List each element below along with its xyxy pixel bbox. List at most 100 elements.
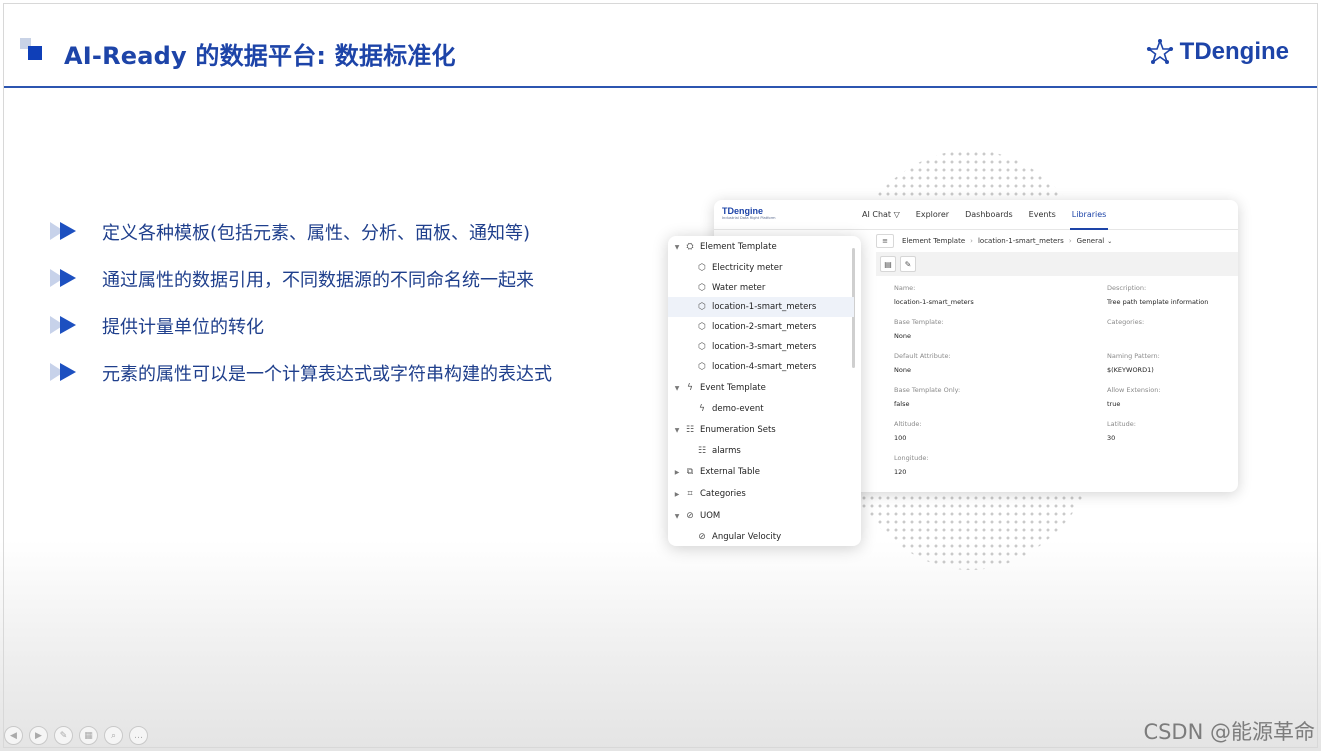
tree-leaf-selected[interactable]: ⬡ location-1-smart_meters xyxy=(668,297,854,317)
bullet-text: 提供计量单位的转化 xyxy=(102,316,264,338)
field-longitude: Longitude: 120 xyxy=(894,454,929,476)
tree-node-external-table[interactable]: ▶ ⧉ External Table xyxy=(668,462,854,482)
field-altitude: Altitude: 100 xyxy=(894,420,922,442)
bullet-item: 定义各种模板(包括元素、属性、分析、面板、通知等) xyxy=(50,208,552,255)
nav-label: AI Chat xyxy=(862,210,892,219)
collapse-panel-icon[interactable]: ≡ xyxy=(876,234,894,248)
presentation-controls: ◀ ▶ ✎ ▦ ⌕ … xyxy=(4,726,148,745)
breadcrumb-dropdown[interactable]: General xyxy=(1077,237,1105,245)
tree-node-event-template[interactable]: ▼ ϟ Event Template xyxy=(668,378,854,398)
caret-right-icon[interactable]: ▶ xyxy=(672,491,682,498)
library-tree: ▼ ⛭ Element Template ⬡ Electricity meter ⬡ W… xyxy=(668,236,861,546)
tree-leaf[interactable]: ⬡ location-4-smart_meters xyxy=(668,357,854,377)
title-square-icon xyxy=(20,38,42,60)
hierarchy-icon: ⛭ xyxy=(686,242,694,252)
pen-button[interactable]: ✎ xyxy=(54,726,73,745)
chevron-down-icon: ⌄ xyxy=(1107,237,1113,245)
tree-leaf[interactable]: ☷ alarms xyxy=(668,441,854,461)
ai-chat-filter-icon: ▽ xyxy=(893,210,900,219)
tree-leaf[interactable]: ⬡ location-2-smart_meters xyxy=(668,317,854,337)
pencil-icon: ✎ xyxy=(904,259,912,269)
bullet-item: 提供计量单位的转化 xyxy=(50,302,552,349)
caret-down-icon[interactable]: ▼ xyxy=(672,513,682,520)
field-naming-pattern: Naming Pattern: $(KEYWORD1) xyxy=(1107,352,1160,374)
app-logo[interactable]: TDengine Industrial Data Right Platform xyxy=(722,206,775,220)
tree-node-categories[interactable]: ▶ ⌗ Categories xyxy=(668,484,854,504)
bullet-text: 元素的属性可以是一个计算表达式或字符串构建的表达式 xyxy=(102,363,552,385)
arrow-left-icon: ◀ xyxy=(10,730,17,741)
caret-down-icon[interactable]: ▼ xyxy=(672,427,682,434)
tree-leaf[interactable]: ⬡ Water meter xyxy=(668,278,854,298)
next-slide-button[interactable]: ▶ xyxy=(29,726,48,745)
cube-icon: ⬡ xyxy=(698,362,706,372)
arrow-right-icon: ▶ xyxy=(35,730,42,741)
app-nav: AI Chat ▽ Explorer Dashboards Events Lib… xyxy=(854,200,1114,230)
watermark: CSDN @能源革命 xyxy=(1143,720,1315,744)
tree-leaf[interactable]: ⬡ location-3-smart_meters xyxy=(668,337,854,357)
nav-events[interactable]: Events xyxy=(1021,200,1064,230)
field-default-attribute: Default Attribute: None xyxy=(894,352,951,374)
ruler-icon: ⊘ xyxy=(698,532,706,542)
nav-ai-chat[interactable]: AI Chat ▽ xyxy=(854,200,908,230)
document-button[interactable]: ▤ xyxy=(880,256,896,272)
tree-leaf[interactable]: ϟ demo-event xyxy=(668,399,854,419)
lightning-icon: ϟ xyxy=(687,383,693,393)
field-latitude: Latitude: 30 xyxy=(1107,420,1136,442)
field-categories: Categories: xyxy=(1107,318,1145,326)
bullet-text: 定义各种模板(包括元素、属性、分析、面板、通知等) xyxy=(102,222,531,244)
cube-icon: ⬡ xyxy=(698,302,706,312)
app-logo-subtitle: Industrial Data Right Platform xyxy=(722,216,776,220)
tree-node-element-template[interactable]: ▼ ⛭ Element Template xyxy=(668,237,854,257)
breadcrumb: ≡ Element Template › location-1-smart_me… xyxy=(876,232,1238,250)
pen-icon: ✎ xyxy=(59,730,68,741)
nav-explorer[interactable]: Explorer xyxy=(908,200,957,230)
cube-icon: ⬡ xyxy=(698,322,706,332)
chevron-right-icon: › xyxy=(970,237,973,245)
caret-right-icon[interactable]: ▶ xyxy=(672,469,682,476)
field-base-template: Base Template: None xyxy=(894,318,944,340)
ruler-icon: ⊘ xyxy=(686,511,694,521)
bullet-arrow-icon xyxy=(50,268,80,289)
cube-icon: ⬡ xyxy=(698,283,706,293)
tree-node-enumeration-sets[interactable]: ▼ ☷ Enumeration Sets xyxy=(668,420,854,440)
prev-slide-button[interactable]: ◀ xyxy=(4,726,23,745)
field-name: Name: location-1-smart_meters xyxy=(894,284,974,306)
breadcrumb-item[interactable]: Element Template xyxy=(902,237,965,245)
tree-leaf[interactable]: ⊘ Angular Velocity xyxy=(668,527,854,546)
template-properties: Name: location-1-smart_meters Description… xyxy=(894,284,1234,484)
slides-icon: ▦ xyxy=(84,730,93,741)
bullet-list: 定义各种模板(包括元素、属性、分析、面板、通知等) 通过属性的数据引用，不同数据… xyxy=(50,208,552,396)
ellipsis-icon: … xyxy=(134,730,143,741)
zoom-button[interactable]: ⌕ xyxy=(104,726,123,745)
field-allow-extension: Allow Extension: true xyxy=(1107,386,1161,408)
toolbar: ▤ ✎ xyxy=(876,252,1238,276)
cube-icon: ⬡ xyxy=(698,342,706,352)
breadcrumb-item[interactable]: location-1-smart_meters xyxy=(978,237,1064,245)
tree-node-uom[interactable]: ▼ ⊘ UOM xyxy=(668,506,854,526)
list-icon: ☷ xyxy=(685,425,695,435)
tree-leaf[interactable]: ⬡ Electricity meter xyxy=(668,258,854,278)
nav-libraries[interactable]: Libraries xyxy=(1064,200,1115,230)
nav-dashboards[interactable]: Dashboards xyxy=(957,200,1021,230)
chevron-right-icon: › xyxy=(1068,237,1072,245)
slides-button[interactable]: ▦ xyxy=(79,726,98,745)
lightning-icon: ϟ xyxy=(699,404,705,414)
brand-logo: TDengine xyxy=(1146,38,1289,66)
header-rule xyxy=(4,86,1317,88)
bullet-item: 元素的属性可以是一个计算表达式或字符串构建的表达式 xyxy=(50,349,552,396)
caret-down-icon[interactable]: ▼ xyxy=(672,244,682,251)
more-button[interactable]: … xyxy=(129,726,148,745)
magnifier-icon: ⌕ xyxy=(110,730,117,741)
bullet-text: 通过属性的数据引用，不同数据源的不同命名统一起来 xyxy=(102,269,534,291)
cube-icon: ⬡ xyxy=(698,263,706,273)
tdengine-star-icon xyxy=(1146,38,1174,65)
bullet-arrow-icon xyxy=(50,315,80,336)
caret-down-icon[interactable]: ▼ xyxy=(672,385,682,392)
document-icon: ▤ xyxy=(884,259,892,269)
slide-title: AI-Ready 的数据平台: 数据标准化 xyxy=(64,42,456,70)
bullet-arrow-icon xyxy=(50,221,80,242)
edit-button[interactable]: ✎ xyxy=(900,256,916,272)
app-logo-name: TDengine xyxy=(722,206,764,216)
field-description: Description: Tree path template informati… xyxy=(1107,284,1209,306)
bullet-item: 通过属性的数据引用，不同数据源的不同命名统一起来 xyxy=(50,255,552,302)
